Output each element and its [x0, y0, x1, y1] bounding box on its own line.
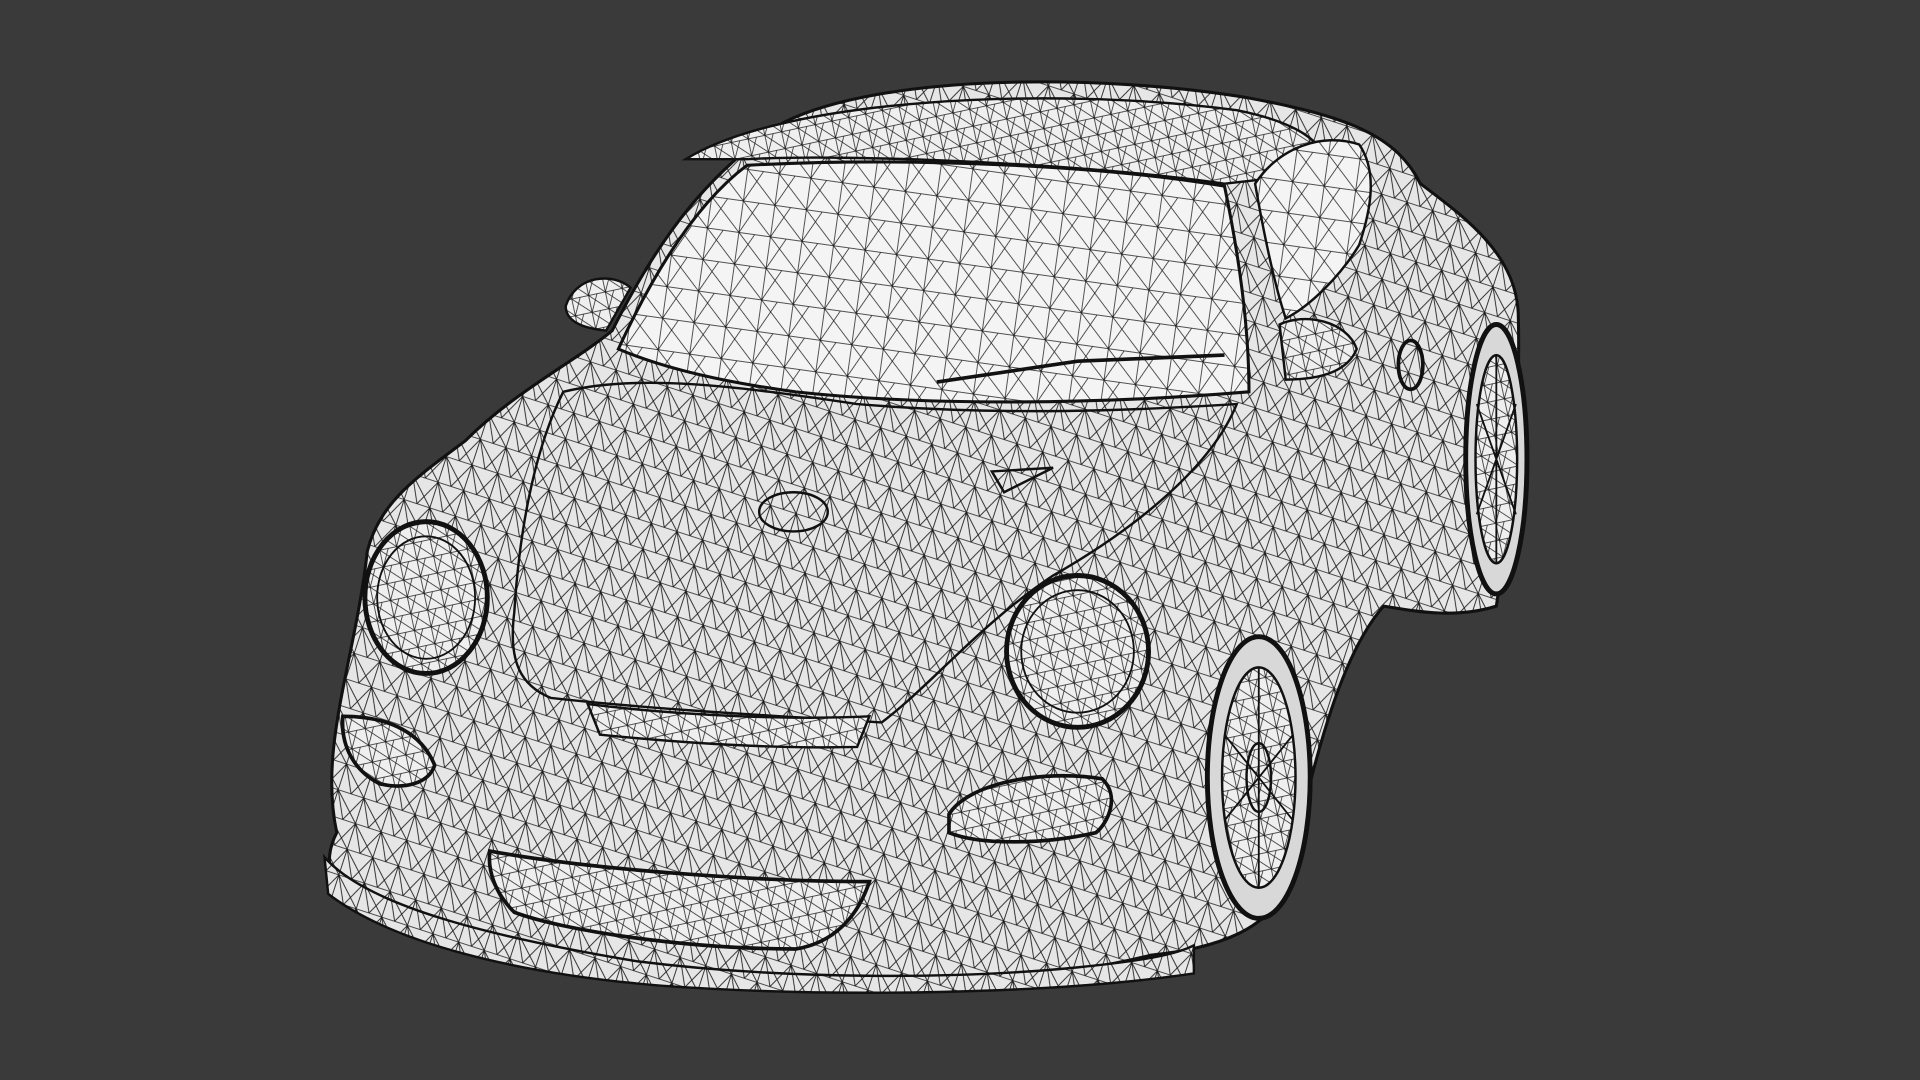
3d-viewport[interactable]	[0, 0, 1920, 1080]
front-wheel	[1204, 634, 1313, 921]
windshield	[616, 160, 1251, 404]
right-headlight	[1004, 573, 1152, 730]
car-wireframe-model[interactable]	[0, 0, 1920, 1080]
left-headlight	[362, 519, 490, 676]
rear-wheel	[1463, 322, 1530, 597]
